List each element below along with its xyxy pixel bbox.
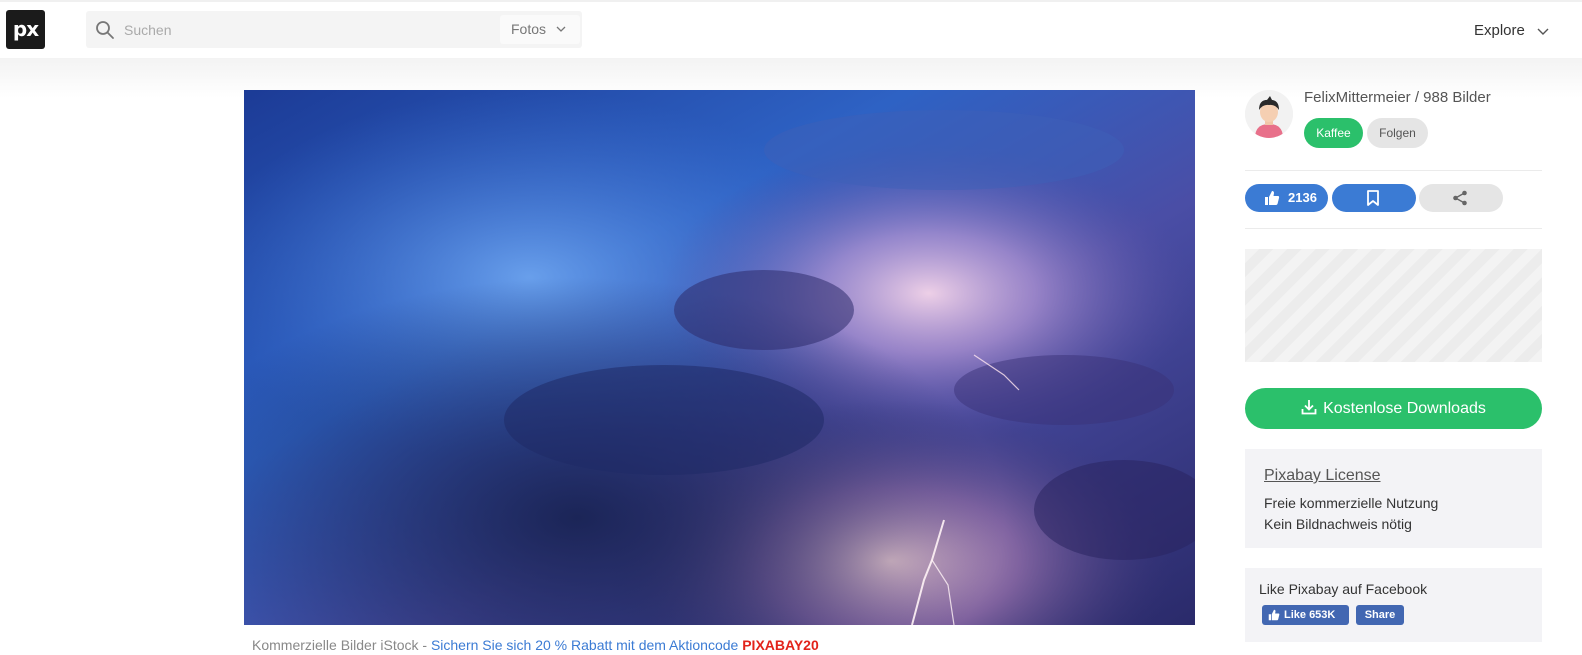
follow-button[interactable]: Folgen [1367, 118, 1428, 148]
user-avatar[interactable] [1245, 90, 1293, 138]
explore-label: Explore [1474, 22, 1525, 39]
pixabay-logo[interactable]: px [6, 10, 45, 49]
facebook-title: Like Pixabay auf Facebook [1259, 581, 1428, 597]
like-count: 2136 [1288, 190, 1317, 205]
avatar-icon [1245, 90, 1293, 138]
license-line-attribution: Kein Bildnachweis nötig [1264, 516, 1412, 532]
share-icon [1453, 190, 1467, 206]
facebook-share-button[interactable]: Share [1356, 605, 1404, 625]
main-photo[interactable] [244, 90, 1195, 625]
thumbs-up-icon [1268, 609, 1280, 621]
chevron-down-icon [556, 26, 566, 32]
promo-link[interactable]: Sichern Sie sich 20 % Rabatt mit dem Akt… [431, 637, 742, 653]
media-type-select[interactable]: Fotos [500, 15, 580, 44]
divider [1245, 170, 1542, 171]
bookmark-button[interactable] [1332, 184, 1416, 212]
download-icon [1301, 400, 1317, 415]
search-icon[interactable] [95, 20, 115, 40]
coffee-button[interactable]: Kaffee [1304, 118, 1363, 148]
search-input[interactable] [124, 11, 494, 48]
explore-menu[interactable]: Explore [1474, 20, 1549, 42]
ad-placeholder [1245, 249, 1542, 362]
divider [1245, 228, 1542, 229]
promo-text: Kommerzielle Bilder iStock - [252, 637, 431, 653]
license-line-commercial: Freie kommerzielle Nutzung [1264, 495, 1439, 511]
media-type-label: Fotos [511, 21, 547, 37]
facebook-like-label: Like 653K [1284, 609, 1336, 621]
search-bar: Fotos [86, 11, 582, 48]
license-link[interactable]: Pixabay License [1264, 466, 1523, 486]
storm-clouds-image [244, 90, 1195, 625]
license-box: Pixabay License Freie kommerzielle Nutzu… [1245, 449, 1542, 548]
facebook-like-button[interactable]: Like 653K [1262, 605, 1349, 625]
user-name-line[interactable]: FelixMittermeier / 988 Bilder [1304, 88, 1491, 108]
download-button[interactable]: Kostenlose Downloads [1245, 388, 1542, 429]
thumbs-up-icon [1265, 191, 1280, 205]
istock-promo[interactable]: Kommerzielle Bilder iStock - Sichern Sie… [252, 636, 819, 654]
download-label: Kostenlose Downloads [1323, 400, 1486, 417]
like-button[interactable]: 2136 [1245, 184, 1328, 212]
share-button[interactable] [1419, 184, 1503, 212]
facebook-box: Like Pixabay auf Facebook Like 653K Shar… [1245, 568, 1542, 642]
top-header: px Fotos Explore [0, 0, 1582, 58]
promo-code: PIXABAY20 [742, 637, 819, 653]
bookmark-icon [1367, 190, 1379, 206]
chevron-down-icon [1537, 28, 1549, 36]
